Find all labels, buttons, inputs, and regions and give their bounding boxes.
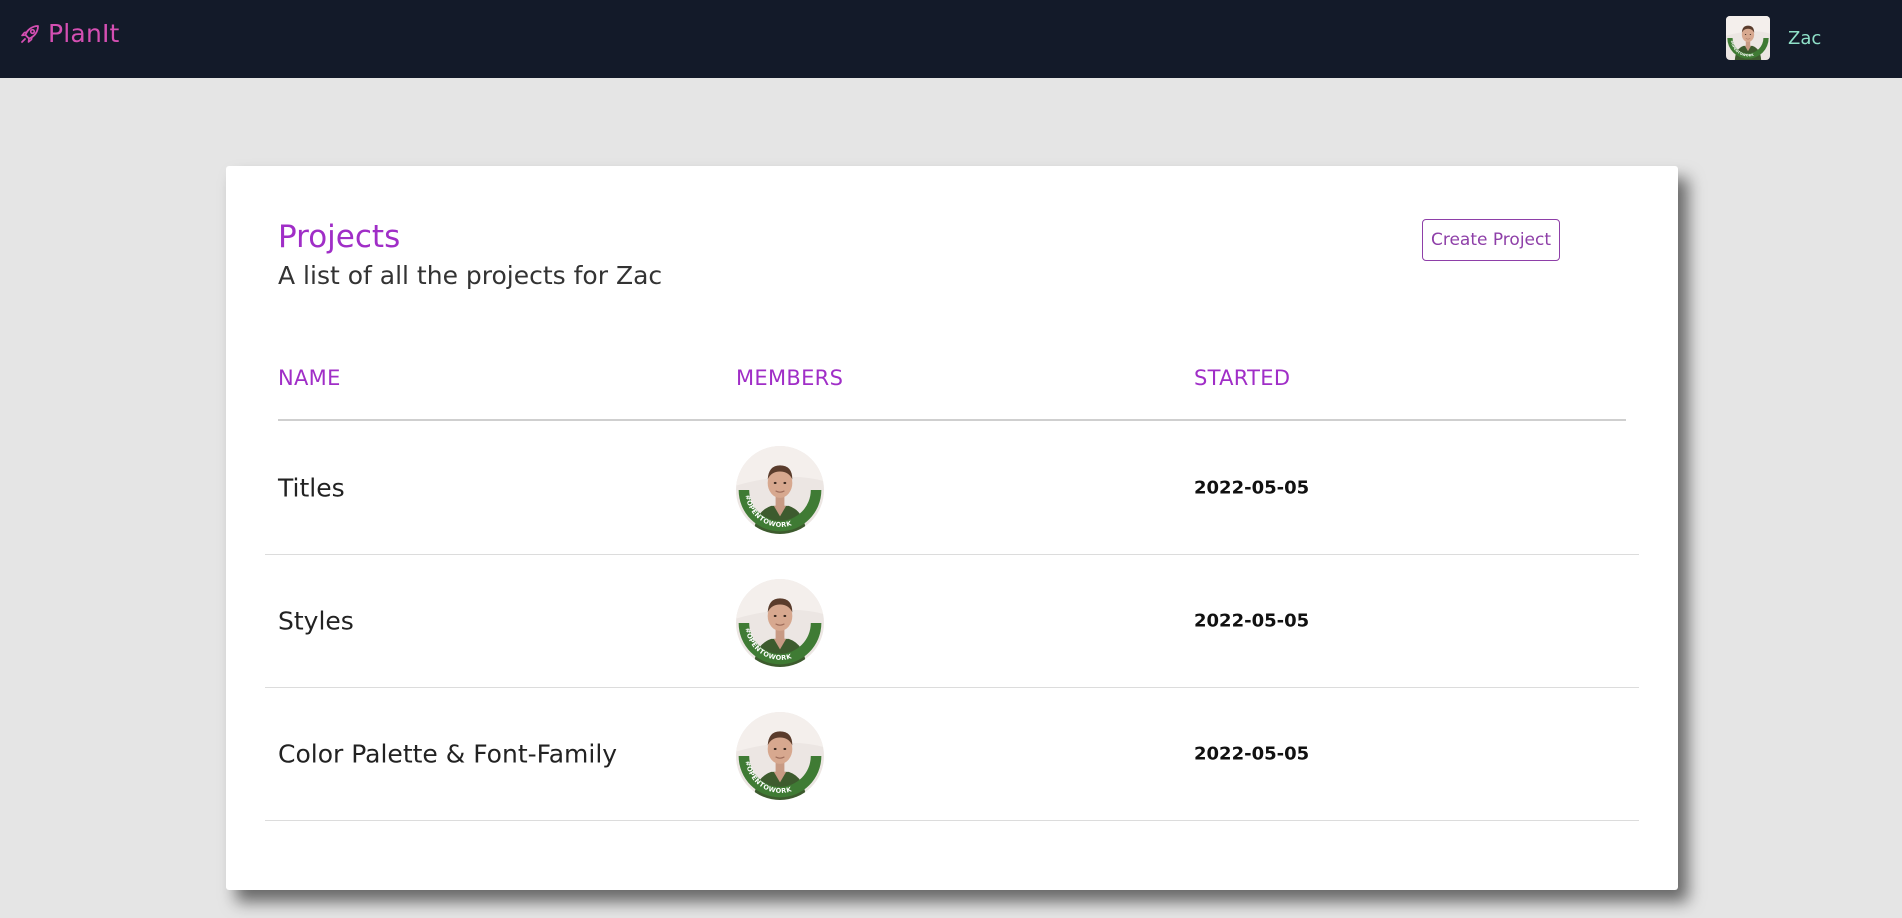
- project-start-date: 2022-05-05: [1194, 610, 1310, 632]
- rocket-icon: [21, 24, 39, 43]
- member-avatar: [736, 579, 824, 667]
- brand-link[interactable]: PlanIt: [18, 19, 120, 48]
- page-subtitle: A list of all the projects for Zac: [278, 261, 663, 290]
- user-avatar: [1726, 16, 1770, 60]
- project-start-date: 2022-05-05: [1194, 477, 1310, 499]
- project-name: Color Palette & Font-Family: [278, 739, 618, 769]
- top-navbar: PlanIt Zac: [0, 0, 1902, 78]
- member-avatar: [736, 712, 824, 800]
- column-header-started: STARTED: [1194, 366, 1291, 390]
- user-name: Zac: [1788, 27, 1822, 49]
- project-name: Titles: [278, 473, 345, 503]
- project-name: Styles: [278, 606, 354, 636]
- brand-name: PlanIt: [48, 19, 120, 48]
- user-menu[interactable]: Zac: [1726, 16, 1821, 60]
- project-row[interactable]: Styles 2022-05-05: [265, 555, 1639, 688]
- member-avatar: [736, 446, 824, 534]
- column-header-name: NAME: [278, 366, 341, 390]
- project-start-date: 2022-05-05: [1194, 743, 1310, 765]
- page-title: Projects: [278, 219, 401, 255]
- create-project-button[interactable]: Create Project: [1422, 219, 1560, 261]
- project-row[interactable]: Titles 2022-05-05: [265, 422, 1639, 555]
- header-divider: [278, 419, 1626, 421]
- column-header-members: MEMBERS: [736, 366, 844, 390]
- projects-card: Projects A list of all the projects for …: [226, 166, 1678, 890]
- project-row[interactable]: Color Palette & Font-Family 2022-05-05: [265, 688, 1639, 821]
